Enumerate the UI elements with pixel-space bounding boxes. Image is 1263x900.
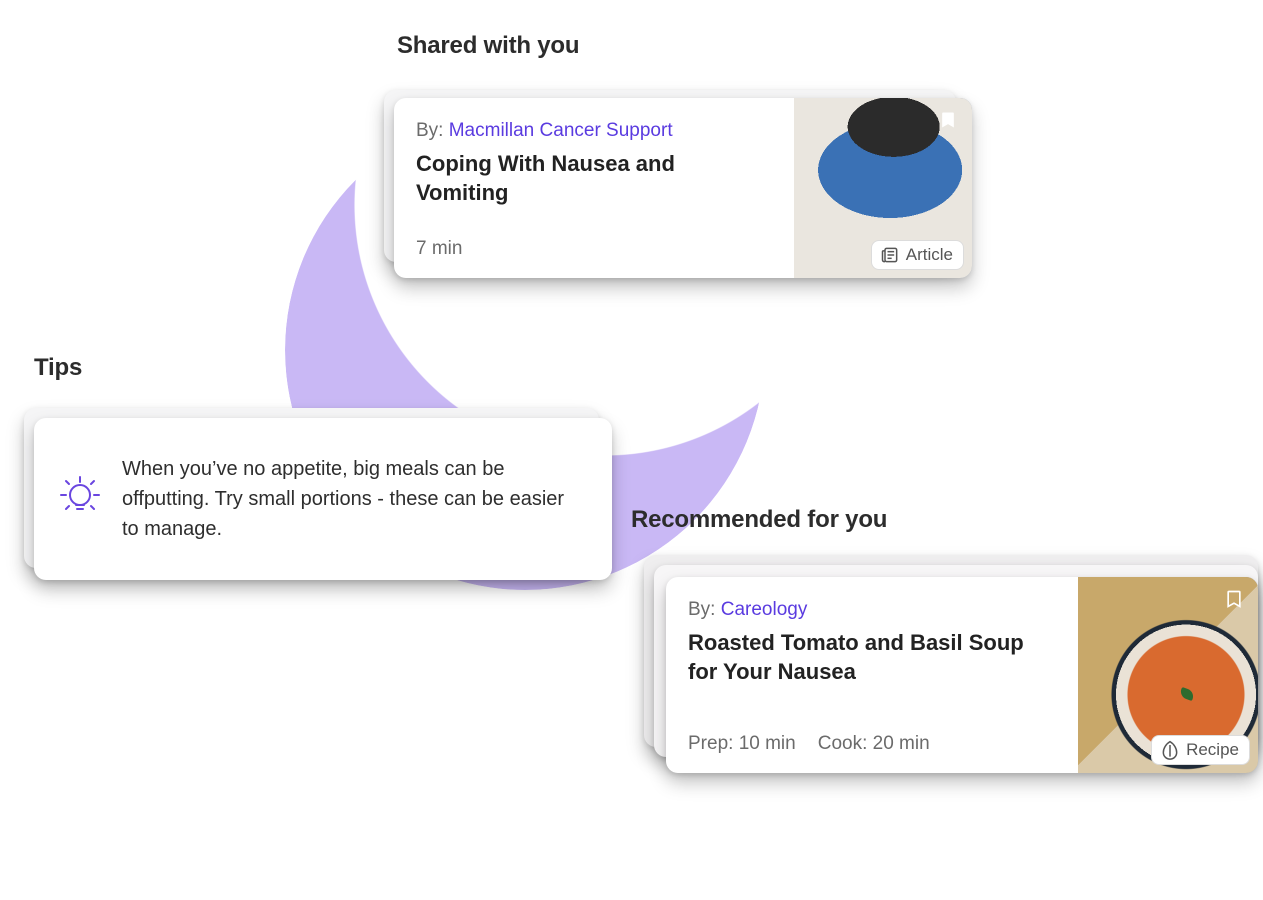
recipe-image: Recipe	[1078, 577, 1258, 773]
section-heading-recommended: Recommended for you	[631, 506, 887, 534]
author-link[interactable]: Careology	[721, 599, 808, 620]
section-heading-shared: Shared with you	[397, 32, 579, 60]
card-front: By: Careology Roasted Tomato and Basil S…	[666, 577, 1258, 773]
content-type-badge: Recipe	[1151, 735, 1250, 765]
article-image: Article	[794, 98, 972, 278]
recipe-title: Roasted Tomato and Basil Soup for Your N…	[688, 629, 1056, 686]
section-heading-tips: Tips	[34, 354, 82, 382]
leaf-icon	[1160, 740, 1180, 760]
prep-time: Prep: 10 min	[688, 733, 796, 755]
badge-label: Article	[906, 245, 953, 265]
byline: By: Careology	[688, 599, 1056, 621]
author-link[interactable]: Macmillan Cancer Support	[449, 120, 673, 141]
article-title: Coping With Nausea and Vomiting	[416, 150, 772, 207]
article-icon	[880, 245, 900, 265]
byline: By: Macmillan Cancer Support	[416, 120, 772, 142]
recipe-times: Prep: 10 min Cook: 20 min	[688, 733, 1056, 755]
card-front: When you’ve no appetite, big meals can b…	[34, 418, 612, 580]
read-time: 7 min	[416, 238, 772, 260]
tip-text: When you’ve no appetite, big meals can b…	[122, 454, 586, 544]
badge-label: Recipe	[1186, 740, 1239, 760]
shared-card[interactable]: By: Macmillan Cancer Support Coping With…	[384, 84, 972, 278]
tip-card[interactable]: When you’ve no appetite, big meals can b…	[24, 404, 612, 580]
bookmark-icon[interactable]	[934, 106, 962, 134]
content-type-badge: Article	[871, 240, 964, 270]
by-prefix: By:	[688, 599, 715, 620]
cook-time: Cook: 20 min	[818, 733, 930, 755]
recommended-card[interactable]: By: Careology Roasted Tomato and Basil S…	[620, 555, 1258, 773]
bookmark-icon[interactable]	[1220, 585, 1248, 613]
card-front: By: Macmillan Cancer Support Coping With…	[394, 98, 972, 278]
lightbulb-icon	[60, 473, 100, 526]
by-prefix: By:	[416, 120, 443, 141]
